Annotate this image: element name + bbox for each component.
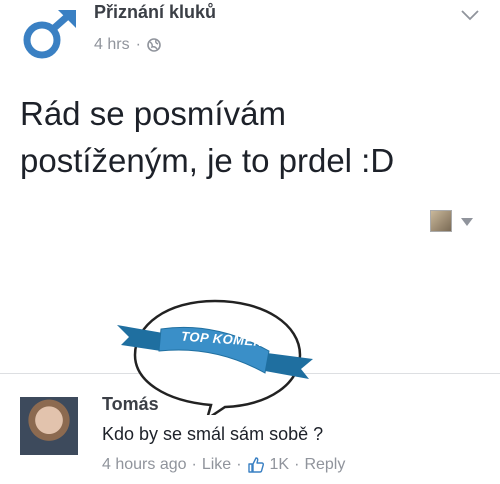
reaction-avatar[interactable] <box>430 210 452 232</box>
post-timestamp[interactable]: 4 hrs <box>94 36 130 54</box>
likes-count[interactable]: 1K <box>270 456 290 474</box>
comment-author[interactable]: Tomás <box>102 394 159 415</box>
thumbs-up-icon[interactable] <box>247 456 265 474</box>
reply-link[interactable]: Reply <box>304 456 345 474</box>
meta-separator: · <box>294 456 300 473</box>
comment-meta: 4 hours ago · Like · 1K · Reply <box>102 456 345 474</box>
chevron-down-icon[interactable] <box>460 8 480 22</box>
post-text: Rád se posmívám postíženým, je to prdel … <box>20 95 395 179</box>
comment-timestamp[interactable]: 4 hours ago <box>102 456 187 474</box>
meta-separator: · <box>236 456 242 473</box>
meta-separator: · <box>191 456 197 473</box>
commenter-avatar[interactable] <box>20 397 78 455</box>
globe-icon <box>147 38 161 52</box>
post-meta: 4 hrs · <box>94 36 161 54</box>
comment-text: Kdo by se smál sám sobě ? <box>102 424 324 444</box>
like-link[interactable]: Like <box>202 456 231 474</box>
meta-separator: · <box>135 36 141 53</box>
male-symbol-icon <box>23 10 76 59</box>
caret-down-icon[interactable] <box>461 218 473 226</box>
page-name[interactable]: Přiznání kluků <box>94 2 216 23</box>
